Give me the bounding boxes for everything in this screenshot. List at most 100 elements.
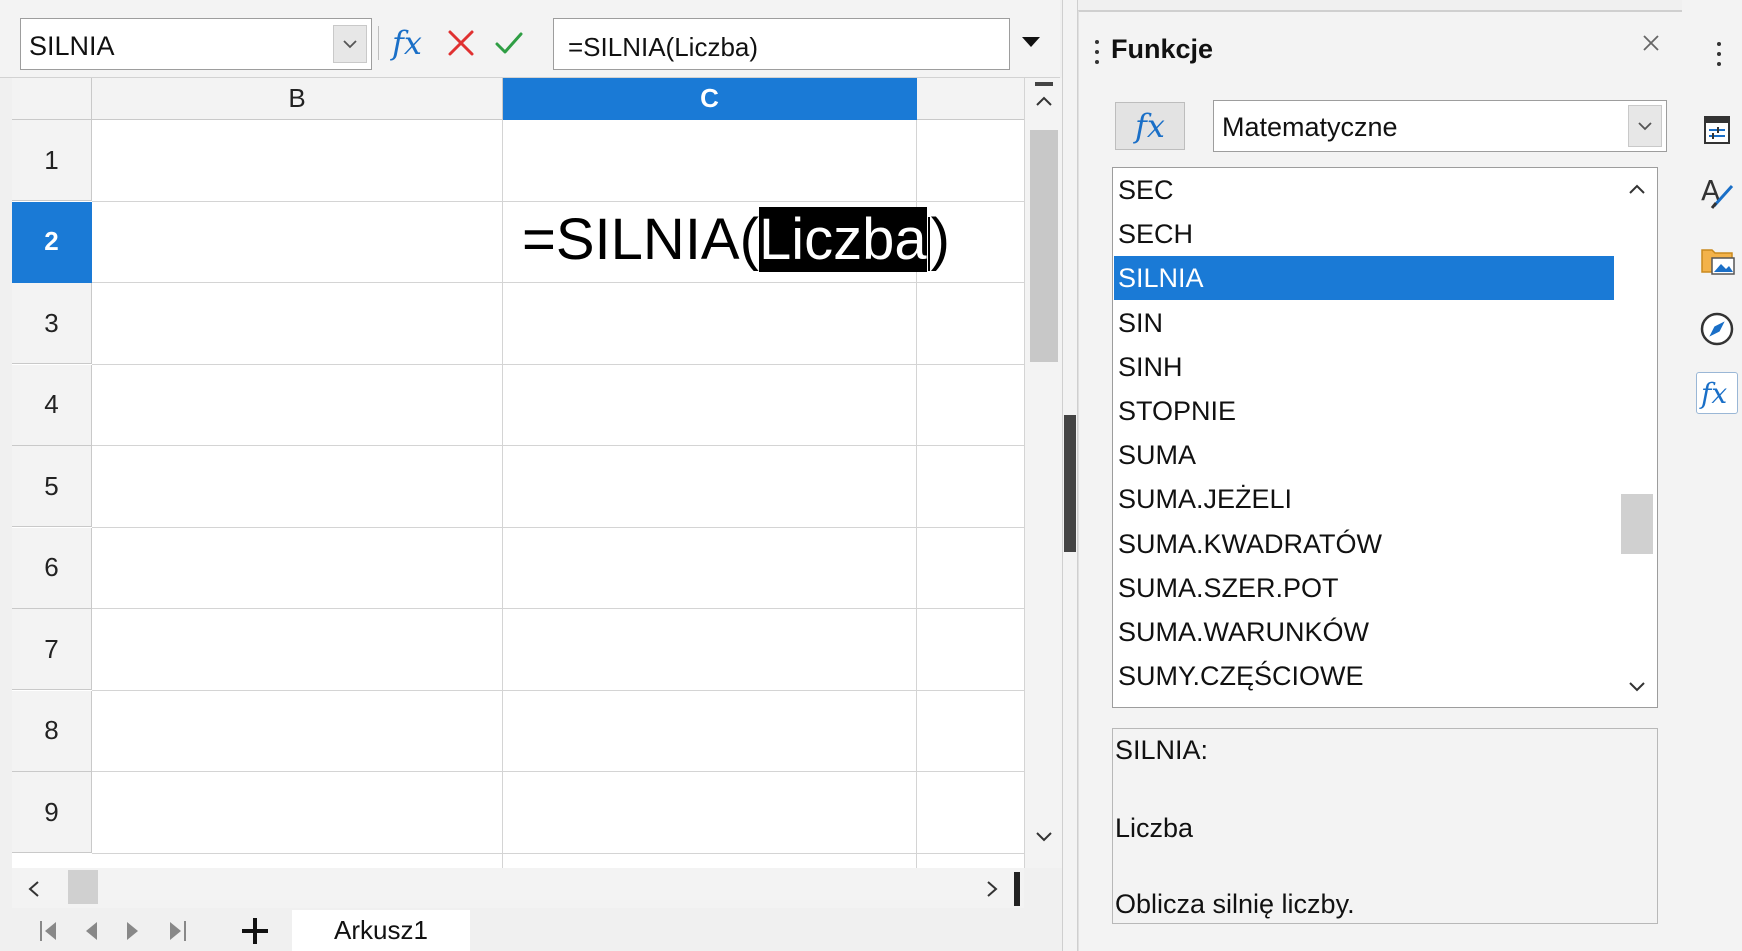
text-cursor [927,216,930,271]
row-gridline [92,689,1024,691]
toolbar-separator [378,26,379,60]
function-item-suma[interactable]: SUMA [1114,433,1614,477]
gallery-icon [1701,249,1735,275]
previous-sheet-icon[interactable] [78,918,104,944]
row-header-2[interactable]: 2 [12,201,92,283]
formula-input[interactable]: =SILNIA(Liczba) [553,18,1010,70]
horizontal-split-handle[interactable] [1014,872,1020,906]
sheet-tab-arkusz1[interactable]: Arkusz1 [292,910,470,951]
row-gridline [92,771,1024,772]
functions-icon: fx [1699,377,1727,410]
row-gridline [92,608,1024,609]
chevron-down-icon[interactable] [1627,680,1647,694]
accept-button[interactable] [492,26,526,60]
sidebar-menu-icon[interactable] [1716,40,1722,68]
scroll-down-icon[interactable] [1034,830,1054,844]
row-header-5[interactable]: 5 [12,446,92,527]
cell-formula-suffix: ) [930,207,950,272]
splitter-grip[interactable] [1064,415,1076,552]
styles-tab[interactable]: A [1696,170,1738,212]
function-list[interactable]: SEC SECH SILNIA SIN SINH STOPNIE SUMA SUMA.JEŻE… [1112,167,1658,708]
row-gridline [92,526,1024,528]
name-box-value: SILNIA [29,31,115,61]
gallery-tab[interactable] [1696,238,1738,280]
row-header-3[interactable]: 3 [12,283,92,364]
horizontal-scrollbar[interactable] [12,868,1024,908]
scroll-left-icon[interactable] [26,880,42,898]
deck-close-button[interactable] [1639,32,1663,56]
sheet-tab-bar: Arkusz1 [12,908,1062,951]
horizontal-scroll-thumb[interactable] [68,870,98,904]
function-item-silnia[interactable]: SILNIA [1114,256,1614,301]
svg-text:fx: fx [1699,377,1727,410]
split-handle[interactable] [1035,82,1053,86]
category-select[interactable]: Matematyczne [1213,100,1667,152]
name-box[interactable]: SILNIA [20,18,372,70]
close-icon [1643,35,1659,51]
add-sheet-icon[interactable] [238,914,272,948]
properties-icon [1704,116,1730,144]
cell-formula-prefix: =SILNIA( [522,207,759,272]
chevron-up-icon[interactable] [1627,182,1647,196]
triangle-down-icon [1022,37,1040,47]
chevron-down-icon [1638,122,1652,131]
scroll-up-icon[interactable] [1034,94,1054,108]
selected-argument: Liczba [758,207,927,272]
column-header-b[interactable]: B [92,78,503,120]
functions-tab[interactable]: fx [1696,372,1738,414]
row-gridline [92,363,1024,365]
formula-bar: SILNIA fx =SILNIA(Liczba) [0,0,1060,78]
row-header-9[interactable]: 9 [12,772,92,853]
function-item-sinh[interactable]: SINH [1114,345,1614,389]
functions-deck: Funkcje fx Matematyczne SEC SECH SILNIA SIN… [1078,10,1682,951]
formula-input-value: =SILNIA(Liczba) [568,32,759,62]
function-item-sin[interactable]: SIN [1114,301,1614,345]
function-item-suma-warunków[interactable]: SUMA.WARUNKÓW [1114,610,1614,654]
row-header-8[interactable]: 8 [12,690,92,772]
function-list-scroll-thumb[interactable] [1621,494,1653,554]
function-item-sech[interactable]: SECH [1114,212,1614,256]
function-wizard-button[interactable]: fx [392,22,434,64]
scroll-right-icon[interactable] [984,880,1000,898]
spreadsheet-grid: BC 123456789 =SILNIA(Liczba) [12,78,1024,868]
function-description: SILNIA: Liczba Oblicza silnię liczby. [1112,728,1658,924]
cancel-button[interactable] [444,26,478,60]
function-list-scrollbar[interactable] [1617,168,1657,707]
close-icon [448,30,474,56]
function-item-sumy-częściowe[interactable]: SUMY.CZĘŚCIOWE [1114,654,1614,698]
row-header-1[interactable]: 1 [12,120,92,201]
row-header-4[interactable]: 4 [12,364,92,446]
deck-title: Funkcje [1111,34,1214,64]
navigator-icon [1700,312,1734,346]
function-item-suma-szer-pot[interactable]: SUMA.SZER.POT [1114,566,1614,610]
chevron-down-icon [343,40,357,49]
first-sheet-icon[interactable] [36,918,62,944]
vertical-scrollbar[interactable] [1024,78,1062,868]
styles-icon: A [1701,174,1734,209]
description-argument: Liczba [1115,813,1194,843]
last-sheet-icon[interactable] [164,918,190,944]
category-dropdown-button[interactable] [1628,105,1662,147]
row-gridline [92,445,1024,446]
function-item-suma-kwadratów[interactable]: SUMA.KWADRATÓW [1114,522,1614,566]
row-header-6[interactable]: 6 [12,527,92,609]
column-header[interactable] [917,78,1024,120]
function-item-sec[interactable]: SEC [1114,168,1614,212]
function-item-suma-jeżeli[interactable]: SUMA.JEŻELI [1114,477,1614,521]
next-sheet-icon[interactable] [120,918,146,944]
sidebar-splitter[interactable] [1062,0,1078,951]
insert-function-button[interactable]: fx [1115,102,1185,150]
vertical-scroll-thumb[interactable] [1030,130,1058,362]
grip-dots-icon[interactable] [1094,38,1100,66]
function-item-stopnie[interactable]: STOPNIE [1114,389,1614,433]
select-all-corner[interactable] [12,78,92,120]
row-header-7[interactable]: 7 [12,609,92,690]
name-box-dropdown-button[interactable] [333,25,367,63]
navigator-tab[interactable] [1696,308,1738,350]
row-gridline [92,852,1024,854]
expand-formula-bar-button[interactable] [1020,34,1042,50]
row-gridline [92,282,1024,283]
properties-tab[interactable] [1696,108,1738,150]
column-header-c[interactable]: C [503,78,917,120]
cell-c2-editor[interactable]: =SILNIA(Liczba) [512,201,950,279]
